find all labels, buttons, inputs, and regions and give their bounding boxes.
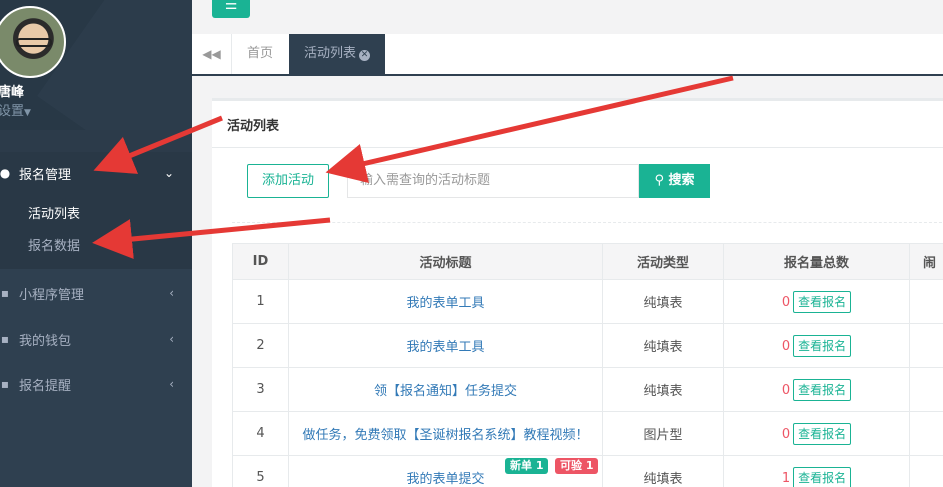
signup-count: 0: [781, 382, 791, 398]
table-row: 5 我的表单提交 新单 1 可验 1 纯填表 1 查看报名: [232, 455, 943, 487]
chevron-left-icon: ‹: [169, 332, 174, 346]
sidebar: 唐峰 设置▼ ● 报名管理 ⌄ 活动列表 报名数据 ▪ 小程序管理 ‹ ▪ 我的…: [0, 0, 192, 487]
table-header-row: ID 活动标题 活动类型 报名量总数 闹: [232, 243, 943, 280]
view-signups-button[interactable]: 查看报名: [793, 290, 852, 313]
view-signups-button[interactable]: 查看报名: [793, 334, 852, 357]
user-settings-dropdown[interactable]: 设置▼: [0, 100, 31, 119]
search-button-label: 搜索: [668, 173, 695, 188]
menu-toggle-button[interactable]: ☰: [212, 0, 250, 18]
signup-count: 0: [781, 294, 791, 310]
search-input[interactable]: 输入需查询的活动标题: [347, 164, 639, 198]
table-row: 1 我的表单工具 纯填表 0 查看报名: [232, 279, 943, 324]
users-icon: ●: [0, 166, 11, 180]
user-name: 唐峰: [0, 85, 25, 100]
tab-label: 活动列表: [304, 46, 357, 61]
chevron-left-icon: ‹: [169, 286, 174, 300]
sidebar-subitem-activity-list[interactable]: 活动列表: [28, 203, 80, 222]
search-button[interactable]: ⚲ 搜索: [639, 164, 710, 198]
cell-partial: [909, 323, 943, 368]
cell-id: 3: [232, 367, 289, 412]
cell-count: 0 查看报名: [723, 323, 910, 368]
add-activity-button[interactable]: 添加活动: [247, 164, 329, 198]
cell-count: 0 查看报名: [723, 367, 910, 412]
sidebar-item-label: 报名管理: [19, 167, 72, 183]
cell-type: 图片型: [602, 411, 724, 456]
sidebar-item-label: 我的钱包: [19, 333, 72, 349]
bars-icon: ☰: [224, 0, 238, 13]
divider: [212, 147, 943, 148]
cell-partial: [909, 279, 943, 324]
view-signups-button[interactable]: 查看报名: [793, 422, 852, 445]
divider: [232, 222, 943, 223]
table-row: 3 领【报名通知】任务提交 纯填表 0 查看报名: [232, 367, 943, 412]
cell-partial: [909, 411, 943, 456]
panel-title: 活动列表: [227, 119, 280, 134]
cell-partial: [909, 455, 943, 487]
activity-title-link[interactable]: 我的表单提交: [406, 472, 484, 487]
cell-partial: [909, 367, 943, 412]
activity-title-link[interactable]: 领【报名通知】任务提交: [288, 367, 603, 412]
cell-id: 2: [232, 323, 289, 368]
column-header-id[interactable]: ID: [232, 243, 289, 280]
cell-type: 纯填表: [602, 455, 724, 487]
signup-count: 0: [781, 338, 791, 354]
backward-icon: ◀◀: [202, 47, 221, 61]
profile-area: 唐峰 设置▼: [0, 0, 192, 188]
sidebar-item-label: 报名提醒: [19, 378, 72, 394]
cell-id: 4: [232, 411, 289, 456]
tab-activity-list[interactable]: 活动列表 ✕: [289, 34, 386, 74]
activity-table: ID 活动标题 活动类型 报名量总数 闹 1 我的表单工具 纯填表 0 查看报名 …: [232, 243, 943, 487]
cell-count: 0 查看报名: [723, 279, 910, 324]
chevron-left-icon: ‹: [169, 377, 174, 391]
caret-down-icon: ▼: [24, 108, 31, 118]
user-settings-label: 设置: [0, 104, 25, 119]
activity-title-link[interactable]: 我的表单工具: [288, 279, 603, 324]
activity-panel: 活动列表 添加活动 输入需查询的活动标题 ⚲ 搜索 ID 活动标题 活动类型 报…: [212, 98, 943, 487]
tab-label: 首页: [247, 46, 274, 61]
tab-home[interactable]: 首页: [232, 34, 288, 74]
cell-count: 1 查看报名: [723, 455, 910, 487]
sidebar-item-signup-management[interactable]: ● 报名管理 ⌄: [0, 153, 192, 193]
close-icon[interactable]: ✕: [359, 50, 371, 61]
verifiable-badge: 可验 1: [555, 458, 599, 474]
signup-count: 0: [781, 426, 791, 442]
cell-id: 1: [232, 279, 289, 324]
table-row: 2 我的表单工具 纯填表 0 查看报名: [232, 323, 943, 368]
column-header-partial[interactable]: 闹: [909, 243, 943, 280]
cell-type: 纯填表: [602, 279, 724, 324]
column-header-count[interactable]: 报名量总数: [723, 243, 910, 280]
column-header-title[interactable]: 活动标题: [288, 243, 603, 280]
sidebar-subitem-signup-data[interactable]: 报名数据: [28, 235, 80, 254]
sidebar-item-wallet[interactable]: ▪ 我的钱包 ‹: [0, 319, 192, 359]
column-header-type[interactable]: 活动类型: [602, 243, 724, 280]
new-orders-badge: 新单 1: [505, 458, 549, 474]
activity-title-link[interactable]: 我的表单工具: [288, 323, 603, 368]
user-icon: ▪: [0, 332, 10, 346]
sidebar-item-reminder[interactable]: ▪ 报名提醒 ‹: [0, 364, 192, 404]
cell-id: 5: [232, 455, 289, 487]
tab-scroll-left-button[interactable]: ◀◀: [192, 34, 232, 74]
cell-type: 纯填表: [602, 323, 724, 368]
view-signups-button[interactable]: 查看报名: [793, 466, 852, 487]
table-row: 4 做任务，免费领取【圣诞树报名系统】教程视频！ 图片型 0 查看报名: [232, 411, 943, 456]
activity-title-link[interactable]: 做任务，免费领取【圣诞树报名系统】教程视频！: [288, 411, 603, 456]
search-icon: ⚲: [654, 173, 664, 188]
sidebar-item-label: 小程序管理: [19, 287, 85, 303]
cell-count: 0 查看报名: [723, 411, 910, 456]
avatar-glasses: [16, 38, 52, 47]
tab-bar: ◀◀ 首页 活动列表 ✕: [192, 34, 943, 76]
cell-type: 纯填表: [602, 367, 724, 412]
user-icon: ▪: [0, 286, 10, 300]
view-signups-button[interactable]: 查看报名: [793, 378, 852, 401]
user-icon: ▪: [0, 377, 10, 391]
top-navbar: ☰: [192, 0, 943, 34]
sidebar-item-miniprogram[interactable]: ▪ 小程序管理 ‹: [0, 273, 192, 313]
activity-title-cell: 我的表单提交 新单 1 可验 1: [288, 455, 603, 487]
menu-divider: [0, 130, 192, 152]
chevron-down-icon: ⌄: [163, 166, 174, 180]
signup-count: 1: [781, 470, 791, 486]
